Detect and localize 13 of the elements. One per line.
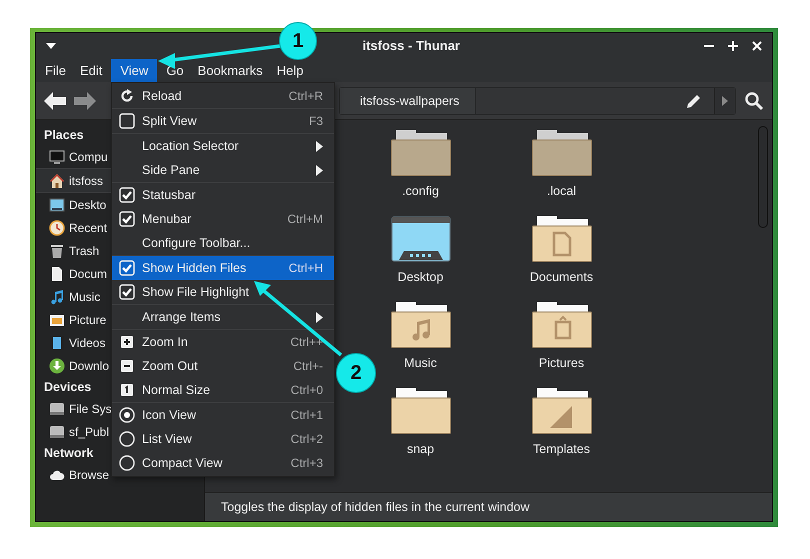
file-name: Desktop xyxy=(398,270,444,284)
sidebar-heading: Network xyxy=(44,445,94,462)
file-name: Templates xyxy=(533,442,590,456)
sidebar-heading: Devices xyxy=(44,379,92,396)
file-name: Documents xyxy=(530,270,594,284)
sidebar-heading: Places xyxy=(44,127,84,144)
file-name: .config xyxy=(402,184,439,198)
file-name: .local xyxy=(546,184,576,198)
file-name: Music xyxy=(404,356,437,370)
status-bar: Toggles the display of hidden files in the current window xyxy=(205,492,772,521)
file-name: snap xyxy=(406,442,434,456)
window-title: itsfoss - Thunar xyxy=(362,38,460,53)
file-name: Pictures xyxy=(538,356,584,370)
